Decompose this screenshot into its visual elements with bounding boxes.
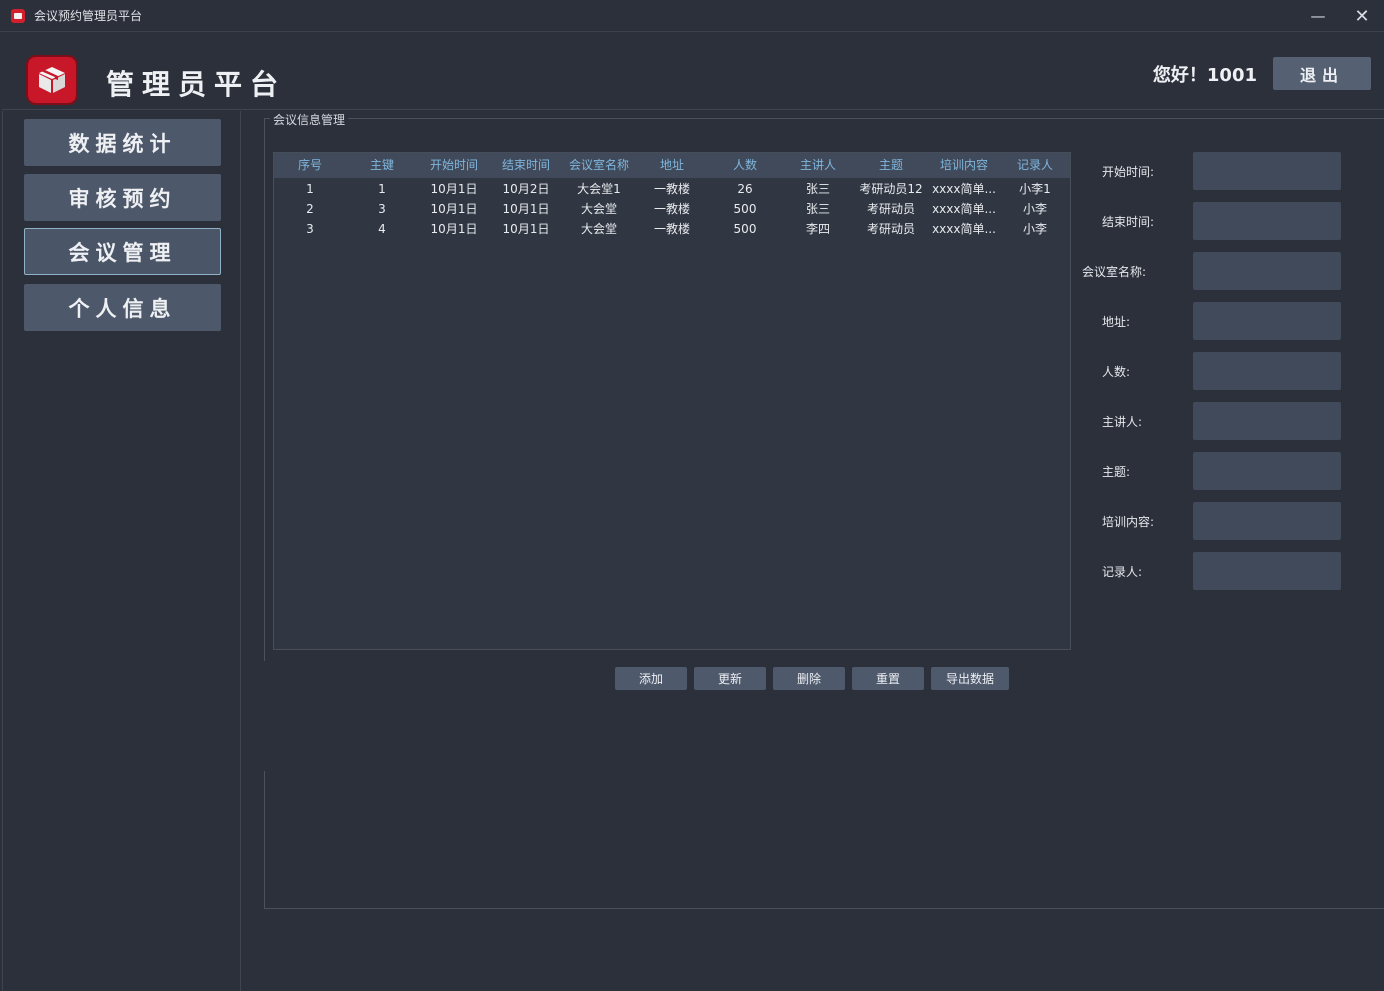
column-header[interactable]: 序号 xyxy=(274,153,346,178)
app-header: 管理员平台 您好！1001 退出 xyxy=(2,33,1384,110)
table-cell: 1 xyxy=(306,182,314,196)
table-cell: 1 xyxy=(378,182,386,196)
table-cell: 一教楼 xyxy=(653,222,690,236)
table-cell: 大会堂1 xyxy=(577,182,621,196)
sidebar-item-review-booking[interactable]: 审核预约 xyxy=(24,174,221,221)
table-cell: 考研动员 xyxy=(866,222,915,236)
table-row[interactable]: 2 3 10月1日 10月1日 大会堂 一教楼 500 张三 考研动员 xxxx… xyxy=(274,199,1070,219)
table-cell: 大会堂 xyxy=(580,222,617,236)
sidebar: 数据统计 审核预约 会议管理 个人信息 xyxy=(2,111,241,991)
table-cell: 张三 xyxy=(805,202,830,216)
column-header[interactable]: 开始时间 xyxy=(418,153,490,178)
user-greeting: 您好！1001 xyxy=(1152,65,1257,86)
sidebar-item-data-stats[interactable]: 数据统计 xyxy=(24,119,221,166)
recorder-label: 记录人: xyxy=(1102,565,1143,579)
column-header[interactable]: 人数 xyxy=(708,153,782,178)
lower-panel xyxy=(264,771,1384,909)
column-header[interactable]: 培训内容 xyxy=(928,153,1000,178)
table-cell: xxxx简单... xyxy=(932,222,996,236)
box-icon xyxy=(26,55,78,105)
table-cell: 张三 xyxy=(805,182,830,196)
app-icon xyxy=(11,8,25,23)
table-cell: 小李 xyxy=(1022,202,1047,216)
table-cell: 大会堂 xyxy=(580,202,617,216)
topic-field[interactable] xyxy=(1193,452,1341,490)
table-cell: 一教楼 xyxy=(653,202,690,216)
table-cell: 考研动员12 xyxy=(859,182,923,196)
group-title: 会议信息管理 xyxy=(270,111,349,128)
table-row[interactable]: 1 1 10月1日 10月2日 大会堂1 一教楼 26 张三 考研动员12 xx… xyxy=(274,179,1070,199)
training-content-field[interactable] xyxy=(1193,502,1341,540)
column-header[interactable]: 记录人 xyxy=(1000,153,1070,178)
headcount-label: 人数: xyxy=(1102,365,1131,379)
table-cell: 小李 xyxy=(1022,222,1047,236)
column-header[interactable]: 会议室名称 xyxy=(562,153,636,178)
start-time-label: 开始时间: xyxy=(1102,165,1155,179)
table-cell: 一教楼 xyxy=(653,182,690,196)
table-cell: 26 xyxy=(737,182,753,196)
table-cell: 10月1日 xyxy=(430,202,478,216)
room-name-field[interactable] xyxy=(1193,252,1341,290)
address-field[interactable] xyxy=(1193,302,1341,340)
speaker-field[interactable] xyxy=(1193,402,1341,440)
update-button[interactable]: 更新 xyxy=(694,667,766,690)
page-title: 管理员平台 xyxy=(106,68,287,101)
table-cell: 4 xyxy=(378,222,386,236)
delete-button[interactable]: 删除 xyxy=(773,667,845,690)
table-cell: 10月1日 xyxy=(502,222,550,236)
column-header[interactable]: 主讲人 xyxy=(782,153,854,178)
table-cell: 10月2日 xyxy=(502,182,550,196)
table-cell: 500 xyxy=(733,222,757,236)
table-cell: xxxx简单... xyxy=(932,182,996,196)
training-content-label: 培训内容: xyxy=(1102,515,1155,529)
speaker-label: 主讲人: xyxy=(1102,415,1143,429)
box-icon-graphic xyxy=(39,67,65,93)
column-header[interactable]: 地址 xyxy=(636,153,708,178)
column-header[interactable]: 结束时间 xyxy=(490,153,562,178)
table-cell: 10月1日 xyxy=(430,222,478,236)
add-button[interactable]: 添加 xyxy=(615,667,687,690)
reset-button[interactable]: 重置 xyxy=(852,667,924,690)
table-header: 序号 主键 开始时间 结束时间 会议室名称 地址 人数 主讲人 主题 培训内容 … xyxy=(274,153,1070,178)
table-cell: 2 xyxy=(306,202,314,216)
table-row[interactable]: 3 4 10月1日 10月1日 大会堂 一教楼 500 李四 考研动员 xxxx… xyxy=(274,219,1070,239)
topic-label: 主题: xyxy=(1102,465,1131,479)
table-cell: 李四 xyxy=(805,222,830,236)
start-time-field[interactable] xyxy=(1193,152,1341,190)
table-cell: 小李1 xyxy=(1019,182,1051,196)
meeting-table[interactable]: 序号 主键 开始时间 结束时间 会议室名称 地址 人数 主讲人 主题 培训内容 … xyxy=(273,152,1071,650)
minimize-button[interactable]: — xyxy=(1296,0,1340,32)
table-cell: 考研动员 xyxy=(866,202,915,216)
end-time-field[interactable] xyxy=(1193,202,1341,240)
column-header[interactable]: 主题 xyxy=(854,153,928,178)
window-title: 会议预约管理员平台 xyxy=(34,9,143,23)
sidebar-item-meeting-management[interactable]: 会议管理 xyxy=(24,228,221,275)
close-button[interactable]: ✕ xyxy=(1340,0,1384,32)
sidebar-item-personal-info[interactable]: 个人信息 xyxy=(24,284,221,331)
table-cell: 10月1日 xyxy=(502,202,550,216)
table-cell: 500 xyxy=(733,202,757,216)
address-label: 地址: xyxy=(1102,315,1131,329)
room-name-label: 会议室名称: xyxy=(1082,265,1147,279)
window-titlebar: 会议预约管理员平台 — ✕ xyxy=(0,0,1384,32)
end-time-label: 结束时间: xyxy=(1102,215,1155,229)
table-cell: 3 xyxy=(378,202,386,216)
export-data-button[interactable]: 导出数据 xyxy=(931,667,1009,690)
table-cell: 10月1日 xyxy=(430,182,478,196)
logout-button[interactable]: 退出 xyxy=(1273,57,1371,90)
table-cell: xxxx简单... xyxy=(932,202,996,216)
headcount-field[interactable] xyxy=(1193,352,1341,390)
recorder-field[interactable] xyxy=(1193,552,1341,590)
table-cell: 3 xyxy=(306,222,314,236)
column-header[interactable]: 主键 xyxy=(346,153,418,178)
